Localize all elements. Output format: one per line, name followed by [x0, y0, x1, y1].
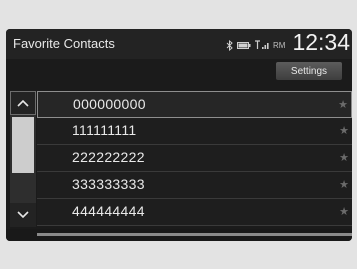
page-title: Favorite Contacts: [13, 36, 115, 51]
bottom-divider: [37, 233, 352, 236]
contact-number: 000000000: [73, 96, 146, 112]
scrollbar[interactable]: [10, 91, 36, 227]
contact-list: 000000000 ★ 111111111 ★ 222222222 ★ 3333…: [37, 91, 352, 226]
screenshot-frame: Favorite Contacts RM 12:34 Settings 0000…: [0, 0, 357, 269]
infotainment-screen: Favorite Contacts RM 12:34 Settings 0000…: [6, 29, 352, 241]
star-icon[interactable]: ★: [339, 178, 349, 191]
clock: 12:34: [292, 29, 350, 55]
status-icons: RM: [226, 39, 285, 51]
star-icon[interactable]: ★: [339, 151, 349, 164]
contact-row[interactable]: 000000000 ★: [37, 91, 352, 118]
star-icon[interactable]: ★: [338, 98, 348, 111]
contact-number: 444444444: [72, 203, 145, 219]
scroll-thumb[interactable]: [12, 117, 34, 173]
battery-icon: [237, 41, 251, 49]
contact-number: 222222222: [72, 149, 145, 165]
header-bar: Favorite Contacts RM 12:34: [6, 29, 352, 59]
contact-row[interactable]: 444444444 ★: [37, 199, 352, 226]
contact-row[interactable]: 333333333 ★: [37, 172, 352, 199]
scroll-up-button[interactable]: [10, 91, 36, 115]
scroll-down-button[interactable]: [10, 203, 36, 227]
settings-button[interactable]: Settings: [276, 62, 342, 80]
contact-number: 333333333: [72, 176, 145, 192]
star-icon[interactable]: ★: [339, 124, 349, 137]
contact-row[interactable]: 222222222 ★: [37, 145, 352, 172]
chevron-up-icon: [17, 99, 29, 107]
contact-row[interactable]: 111111111 ★: [37, 118, 352, 145]
star-icon[interactable]: ★: [339, 205, 349, 218]
chevron-down-icon: [17, 211, 29, 219]
signal-icon: [255, 40, 269, 49]
bluetooth-icon: [226, 39, 233, 51]
roaming-indicator: RM: [273, 40, 286, 50]
contact-number: 111111111: [72, 122, 137, 138]
